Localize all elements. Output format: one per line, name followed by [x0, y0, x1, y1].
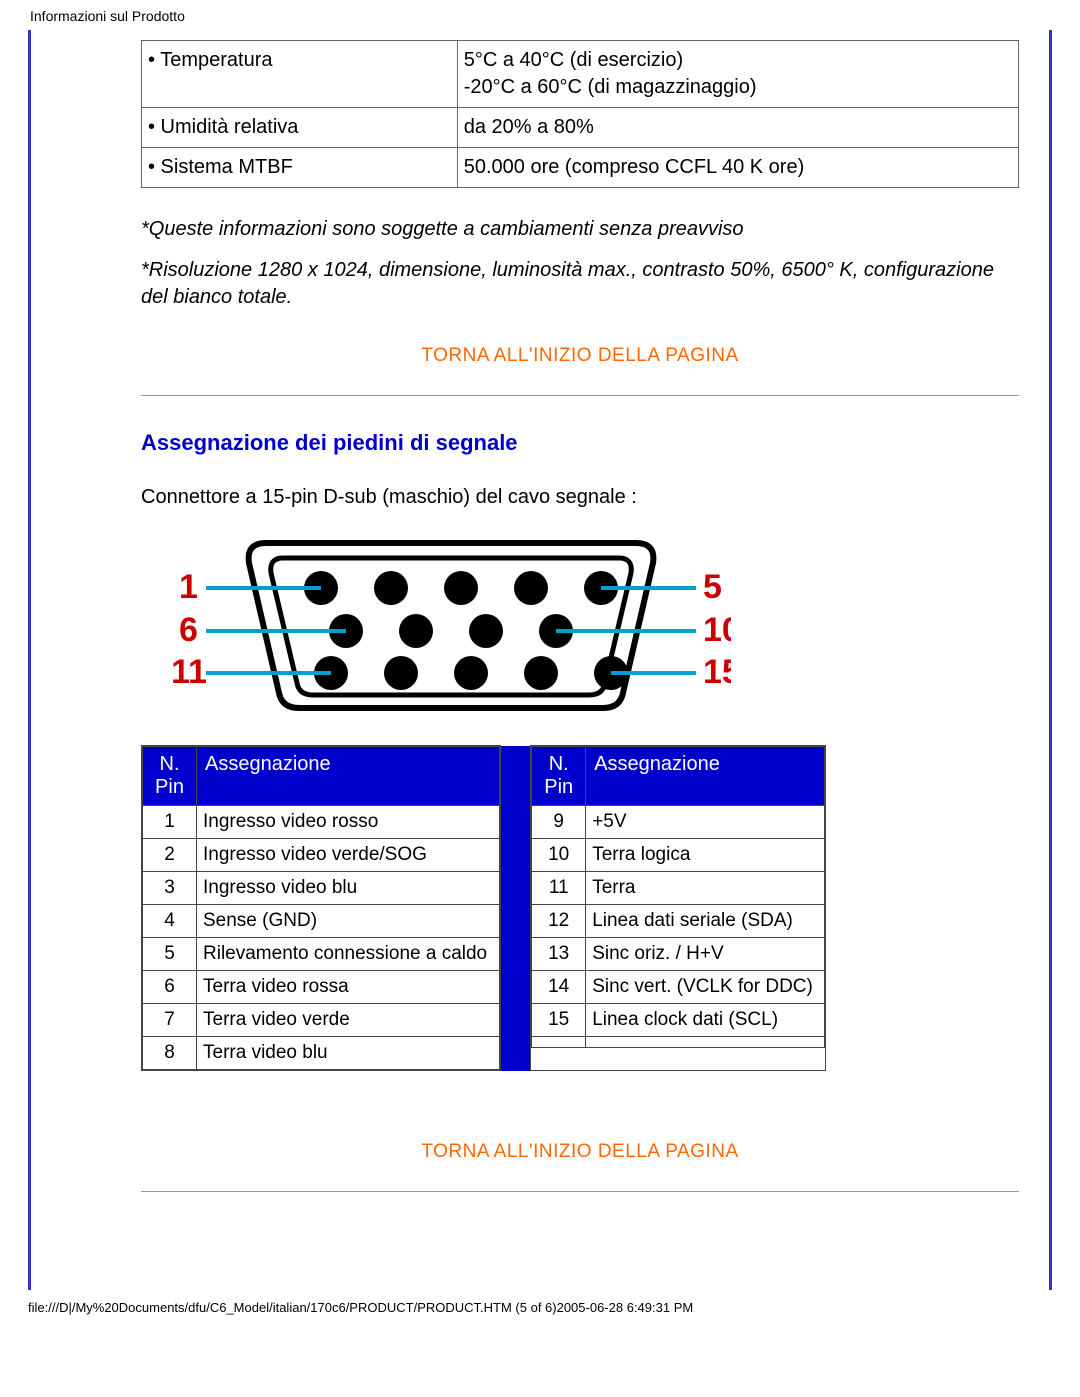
pin-header-assign: Assegnazione [586, 747, 825, 806]
connector-diagram: 1 6 11 5 10 15 [141, 523, 1019, 723]
pin-assign [586, 1037, 825, 1048]
content-frame: • Temperatura 5°C a 40°C (di esercizio) … [28, 30, 1052, 1290]
table-row: 11Terra [532, 872, 825, 905]
pin-table-spacer [501, 746, 531, 1071]
svg-text:11: 11 [171, 653, 207, 691]
svg-text:10: 10 [703, 611, 731, 649]
pin-num: 5 [143, 938, 197, 971]
pin-header-num: N. Pin [532, 747, 586, 806]
pin-header-num: N. Pin [143, 747, 197, 806]
table-row: 7Terra video verde [143, 1004, 500, 1037]
pin-num: 10 [532, 839, 586, 872]
pin-assign: Terra video rossa [197, 971, 500, 1004]
pin-num: 4 [143, 905, 197, 938]
table-row: • Sistema MTBF 50.000 ore (compreso CCFL… [142, 148, 1019, 188]
table-row: 5Rilevamento connessione a caldo [143, 938, 500, 971]
pin-assign: Terra [586, 872, 825, 905]
pin-assign: Ingresso video verde/SOG [197, 839, 500, 872]
connector-description: Connettore a 15-pin D-sub (maschio) del … [141, 486, 1019, 509]
spec-value: 50.000 ore (compreso CCFL 40 K ore) [457, 148, 1018, 188]
svg-text:6: 6 [179, 611, 198, 649]
pin-num: 3 [143, 872, 197, 905]
table-row: • Temperatura 5°C a 40°C (di esercizio) … [142, 41, 1019, 108]
pin-assign: Sense (GND) [197, 905, 500, 938]
spec-label: • Umidità relativa [142, 108, 458, 148]
pin-num: 7 [143, 1004, 197, 1037]
table-row: 15Linea clock dati (SCL) [532, 1004, 825, 1037]
table-row [532, 1037, 825, 1048]
table-row: 9+5V [532, 806, 825, 839]
pin-num: 8 [143, 1037, 197, 1070]
pin-assign: Rilevamento connessione a caldo [197, 938, 500, 971]
footer-path: file:///D|/My%20Documents/dfu/C6_Model/i… [0, 1290, 1080, 1325]
table-row: 1Ingresso video rosso [143, 806, 500, 839]
back-to-top-link[interactable]: TORNA ALL'INIZIO DELLA PAGINA [141, 345, 1019, 367]
section-heading-pin-assignment: Assegnazione dei piedini di segnale [141, 430, 1019, 456]
dsub-connector-icon: 1 6 11 5 10 15 [171, 523, 731, 723]
pin-num: 11 [532, 872, 586, 905]
pin-assign: Linea dati seriale (SDA) [586, 905, 825, 938]
pin-num [532, 1037, 586, 1048]
pin-num: 1 [143, 806, 197, 839]
pin-header-assign: Assegnazione [197, 747, 500, 806]
table-row: 4Sense (GND) [143, 905, 500, 938]
svg-text:1: 1 [179, 568, 198, 606]
table-row: 13Sinc oriz. / H+V [532, 938, 825, 971]
svg-text:5: 5 [703, 568, 722, 606]
pin-assign: Terra video verde [197, 1004, 500, 1037]
note-text: *Risoluzione 1280 x 1024, dimensione, lu… [141, 257, 1019, 311]
pin-num: 6 [143, 971, 197, 1004]
pin-assignment-outer-table: N. Pin Assegnazione 1Ingresso video ross… [141, 745, 826, 1071]
spec-value: 5°C a 40°C (di esercizio) -20°C a 60°C (… [457, 41, 1018, 108]
content-column: • Temperatura 5°C a 40°C (di esercizio) … [141, 30, 1029, 1236]
pin-assign: Ingresso video rosso [197, 806, 500, 839]
pin-assign: Terra logica [586, 839, 825, 872]
table-row: 12Linea dati seriale (SDA) [532, 905, 825, 938]
table-row: 2Ingresso video verde/SOG [143, 839, 500, 872]
pin-assign: Sinc vert. (VCLK for DDC) [586, 971, 825, 1004]
pin-table-left: N. Pin Assegnazione 1Ingresso video ross… [142, 746, 500, 1070]
notes-block: *Queste informazioni sono soggette a cam… [141, 216, 1019, 311]
spec-label: • Sistema MTBF [142, 148, 458, 188]
divider [141, 395, 1019, 396]
specs-table: • Temperatura 5°C a 40°C (di esercizio) … [141, 40, 1019, 188]
pin-num: 2 [143, 839, 197, 872]
table-row: 3Ingresso video blu [143, 872, 500, 905]
spec-value: da 20% a 80% [457, 108, 1018, 148]
back-to-top-link[interactable]: TORNA ALL'INIZIO DELLA PAGINA [141, 1141, 1019, 1163]
pin-assign: Terra video blu [197, 1037, 500, 1070]
pin-assign: Linea clock dati (SCL) [586, 1004, 825, 1037]
spec-label: • Temperatura [142, 41, 458, 108]
pin-assign: Ingresso video blu [197, 872, 500, 905]
pin-num: 13 [532, 938, 586, 971]
pin-num: 12 [532, 905, 586, 938]
table-row: 8Terra video blu [143, 1037, 500, 1070]
pin-num: 15 [532, 1004, 586, 1037]
divider [141, 1191, 1019, 1192]
pin-assign: Sinc oriz. / H+V [586, 938, 825, 971]
svg-text:15: 15 [703, 653, 731, 691]
pin-num: 14 [532, 971, 586, 1004]
note-text: *Queste informazioni sono soggette a cam… [141, 216, 1019, 243]
page-title: Informazioni sul Prodotto [0, 0, 1080, 30]
pin-assign: +5V [586, 806, 825, 839]
pin-table-right: N. Pin Assegnazione 9+5V 10Terra logica … [531, 746, 825, 1048]
table-row: 14Sinc vert. (VCLK for DDC) [532, 971, 825, 1004]
table-row: 10Terra logica [532, 839, 825, 872]
pin-num: 9 [532, 806, 586, 839]
table-row: • Umidità relativa da 20% a 80% [142, 108, 1019, 148]
table-row: 6Terra video rossa [143, 971, 500, 1004]
